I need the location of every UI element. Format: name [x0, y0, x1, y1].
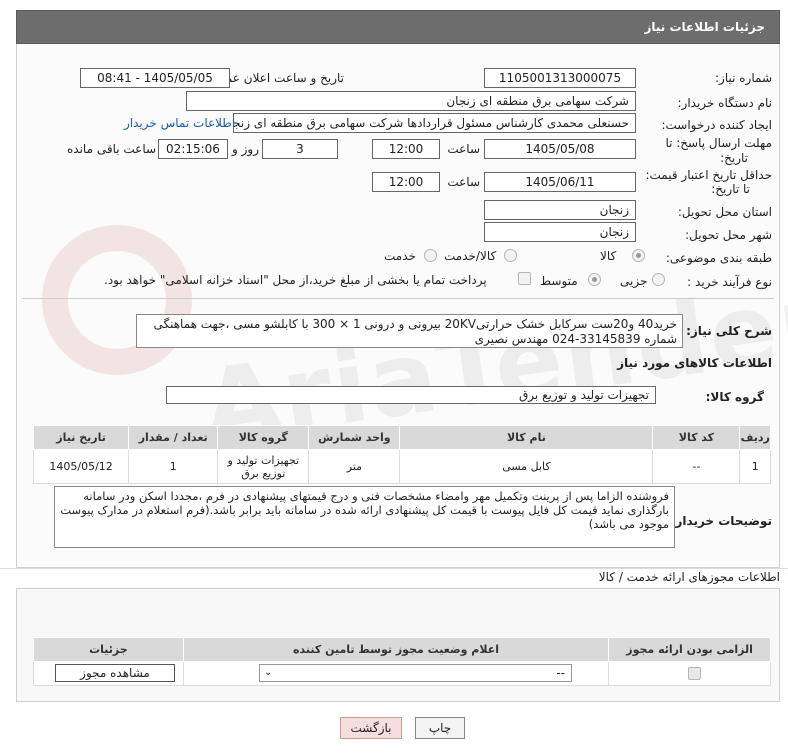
- payment-note: پرداخت تمام یا بخشی از مبلغ خرید،از محل …: [104, 273, 487, 287]
- category-option-goods: کالا: [600, 249, 617, 263]
- permits-divider: [0, 568, 788, 569]
- table-row: 1 -- کابل مسی متر تجهیزات تولید و توزیع …: [32, 449, 771, 484]
- back-button[interactable]: بازگشت: [340, 717, 402, 739]
- process-option-minor: جزیی: [620, 274, 648, 288]
- category-option-goods-service: کالا/خدمت: [444, 249, 497, 263]
- col-unit: واحد شمارش: [308, 425, 401, 450]
- col-code: کد کالا: [652, 425, 741, 450]
- goods-table: ردیف کد کالا نام کالا واحد شمارش گروه کا…: [32, 425, 771, 484]
- remaining-label: ساعت باقی مانده: [67, 142, 157, 156]
- cell-group: تجهیزات تولید و توزیع برق: [217, 449, 310, 484]
- buyer-label: نام دستگاه خریدار:: [677, 96, 773, 110]
- province-label: استان محل تحویل:: [677, 205, 772, 219]
- col-group: گروه کالا: [217, 425, 310, 450]
- category-option-service: خدمت: [384, 249, 416, 263]
- city-field: زنجان: [484, 222, 636, 242]
- col-row: ردیف: [739, 425, 771, 450]
- goods-section-title: اطلاعات کالاهای مورد نیاز: [617, 356, 772, 370]
- permit-col-details: جزئیات: [33, 637, 184, 662]
- category-radio-goods[interactable]: [632, 249, 645, 262]
- watermark-logo: [42, 225, 192, 375]
- validity-label-2: تا تاریخ:: [711, 182, 750, 196]
- validity-date-field: 1405/06/11: [484, 172, 636, 192]
- city-label: شهر محل تحویل:: [685, 228, 772, 242]
- category-radio-goods-service[interactable]: [504, 249, 517, 262]
- process-radio-medium[interactable]: [588, 273, 601, 286]
- view-permit-button[interactable]: مشاهده مجوز: [55, 664, 175, 682]
- creator-label: ایجاد کننده درخواست:: [661, 118, 772, 132]
- buyer-notes-text: فروشنده الزاما پس از پرینت وتکمیل مهر وا…: [54, 486, 675, 548]
- validity-label-1: حداقل تاریخ اعتبار قیمت:: [645, 168, 772, 182]
- category-label: طبقه بندی موضوعی:: [665, 251, 772, 265]
- creator-field: حسنعلی محمدی کارشناس مسئول قراردادها شرک…: [233, 113, 636, 133]
- summary-label: شرح کلی نیاز:: [686, 324, 772, 338]
- cell-name: کابل مسی: [399, 449, 654, 484]
- process-label: نوع فرآیند خرید :: [687, 275, 772, 289]
- permit-status-select[interactable]: -- ⌄: [259, 664, 572, 682]
- permits-section-title: اطلاعات مجوزهای ارائه خدمت / کالا: [598, 570, 780, 584]
- cell-date: 1405/05/12: [32, 449, 130, 484]
- validity-time-label: ساعت: [447, 175, 480, 189]
- print-button[interactable]: چاپ: [415, 717, 465, 739]
- cell-qty: 1: [128, 449, 219, 484]
- page-title: جزئیات اطلاعات نیاز: [644, 20, 765, 34]
- goods-group-label: گروه کالا:: [705, 390, 764, 404]
- permit-status-value: --: [556, 666, 565, 680]
- remaining-time-field: 02:15:06: [158, 139, 228, 159]
- summary-text: خرید40 و20ست سرکابل خشک حرارتی20KV بیرون…: [136, 314, 683, 348]
- category-radio-service[interactable]: [424, 249, 437, 262]
- goods-group-field: تجهیزات تولید و توزیع برق: [166, 386, 656, 404]
- deadline-time-label: ساعت: [447, 142, 480, 156]
- days-field: 3: [262, 139, 338, 159]
- validity-time-field: 12:00: [372, 172, 440, 192]
- separator: [22, 298, 774, 299]
- province-field: زنجان: [484, 200, 636, 220]
- deadline-time-field: 12:00: [372, 139, 440, 159]
- need-number-field: 1105001313000075: [484, 68, 636, 88]
- process-option-medium: متوسط: [540, 274, 578, 288]
- process-radio-minor[interactable]: [652, 273, 665, 286]
- treasury-checkbox[interactable]: [518, 272, 531, 285]
- buyer-notes-label: توضیحات خریدار:: [670, 514, 772, 528]
- cell-row: 1: [739, 449, 771, 484]
- col-date: تاریخ نیاز: [32, 425, 130, 450]
- days-label: روز و: [232, 142, 259, 156]
- permit-required-checkbox: [688, 667, 701, 680]
- contact-info-link[interactable]: اطلاعات تماس خریدار: [124, 116, 235, 130]
- col-name: نام کالا: [399, 425, 654, 450]
- permit-col-status: اعلام وضعیت مجوز توسط تامین کننده: [182, 637, 610, 662]
- chevron-down-icon: ⌄: [264, 667, 273, 678]
- deadline-date-field: 1405/05/08: [484, 139, 636, 159]
- buyer-field: شرکت سهامی برق منطقه ای زنجان: [186, 91, 636, 111]
- need-number-label: شماره نیاز:: [715, 71, 772, 85]
- permit-col-required: الزامی بودن ارائه مجوز: [608, 637, 771, 662]
- deadline-label-1: مهلت ارسال پاسخ: تا: [665, 136, 772, 150]
- cell-unit: متر: [308, 449, 401, 484]
- cell-code: --: [652, 449, 741, 484]
- deadline-label-2: تاریخ:: [720, 151, 748, 165]
- panel-header: جزئیات اطلاعات نیاز: [16, 10, 780, 44]
- announce-field: 1405/05/05 - 08:41: [80, 68, 230, 88]
- col-qty: تعداد / مقدار: [128, 425, 219, 450]
